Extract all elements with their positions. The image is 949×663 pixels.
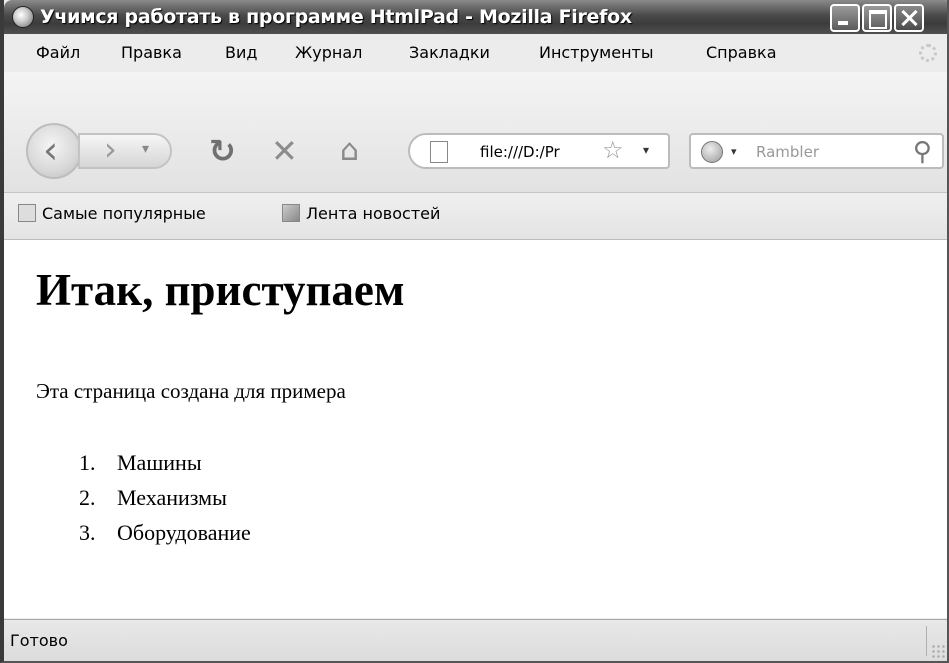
folder-icon <box>18 204 36 222</box>
menu-edit[interactable]: Правка <box>121 43 182 62</box>
title-bar[interactable]: Учимся работать в программе HtmlPad - Mo… <box>4 0 947 34</box>
menu-file[interactable]: Файл <box>36 43 80 62</box>
search-engine-dropdown-icon[interactable]: ▾ <box>731 145 737 158</box>
list-text: Машины <box>117 450 202 475</box>
history-dropdown-icon[interactable]: ▾ <box>142 141 149 157</box>
url-dropdown-icon[interactable]: ▾ <box>643 143 649 157</box>
page-content: Итак, приступаем Эта страница создана дл… <box>4 240 947 618</box>
bookmark-star-icon[interactable]: ☆ <box>602 136 624 164</box>
menu-bookmarks[interactable]: Закладки <box>409 43 490 62</box>
bookmark-most-visited[interactable]: Самые популярные <box>18 204 206 223</box>
list-text: Механизмы <box>117 485 227 510</box>
page-icon <box>430 141 448 163</box>
reload-icon[interactable]: ↻ <box>209 133 236 169</box>
list-item: 1. Машины <box>79 450 251 485</box>
rss-icon <box>282 204 300 222</box>
bookmark-news-feed[interactable]: Лента новостей <box>282 204 440 223</box>
minimize-button[interactable] <box>830 4 860 32</box>
navigation-toolbar: › ▾ ↻ ✕ ⌂ file:///D:/Pr ☆ ▾ ▾ ⚲ <box>4 72 947 193</box>
search-bar: ▾ ⚲ <box>689 133 944 169</box>
firefox-icon <box>12 6 34 28</box>
url-bar[interactable]: file:///D:/Pr ☆ ▾ <box>408 133 670 169</box>
home-icon[interactable]: ⌂ <box>340 133 359 169</box>
forward-button[interactable]: › ▾ <box>78 130 172 169</box>
list-text: Оборудование <box>117 520 251 545</box>
back-button[interactable] <box>26 123 82 179</box>
stop-icon[interactable]: ✕ <box>271 133 298 169</box>
close-button[interactable] <box>894 4 924 32</box>
resize-grip-icon[interactable] <box>931 644 945 658</box>
page-paragraph: Эта страница создана для примера <box>36 379 346 403</box>
menu-view[interactable]: Вид <box>225 43 257 62</box>
url-text[interactable]: file:///D:/Pr <box>480 143 600 161</box>
menu-tools[interactable]: Инструменты <box>539 43 654 62</box>
window-title: Учимся работать в программе HtmlPad - Mo… <box>40 6 632 28</box>
bookmarks-toolbar: Самые популярные Лента новостей <box>4 193 947 240</box>
list-item: 2. Механизмы <box>79 485 251 520</box>
status-divider <box>926 626 927 656</box>
page-heading: Итак, приступаем <box>36 265 405 315</box>
list-number: 3. <box>79 520 96 545</box>
search-icon[interactable]: ⚲ <box>913 137 932 167</box>
throbber-icon <box>919 44 937 62</box>
menu-bar: Файл Правка Вид Журнал Закладки Инструме… <box>4 34 947 73</box>
status-bar: Готово <box>4 619 947 661</box>
list-item: 3. Оборудование <box>79 520 251 555</box>
search-input[interactable] <box>756 143 896 161</box>
maximize-button[interactable] <box>862 4 892 32</box>
forward-arrow-icon: › <box>104 130 117 168</box>
menu-history[interactable]: Журнал <box>295 43 362 62</box>
menu-help[interactable]: Справка <box>706 43 777 62</box>
browser-window: Учимся работать в программе HtmlPad - Mo… <box>0 0 949 663</box>
list-number: 2. <box>79 485 96 510</box>
bookmark-label: Самые популярные <box>42 204 206 223</box>
ordered-list: 1. Машины 2. Механизмы 3. Оборудование <box>79 450 251 555</box>
search-engine-icon[interactable] <box>701 141 723 163</box>
status-text: Готово <box>10 631 68 650</box>
bookmark-label: Лента новостей <box>306 204 441 223</box>
list-number: 1. <box>79 450 96 475</box>
